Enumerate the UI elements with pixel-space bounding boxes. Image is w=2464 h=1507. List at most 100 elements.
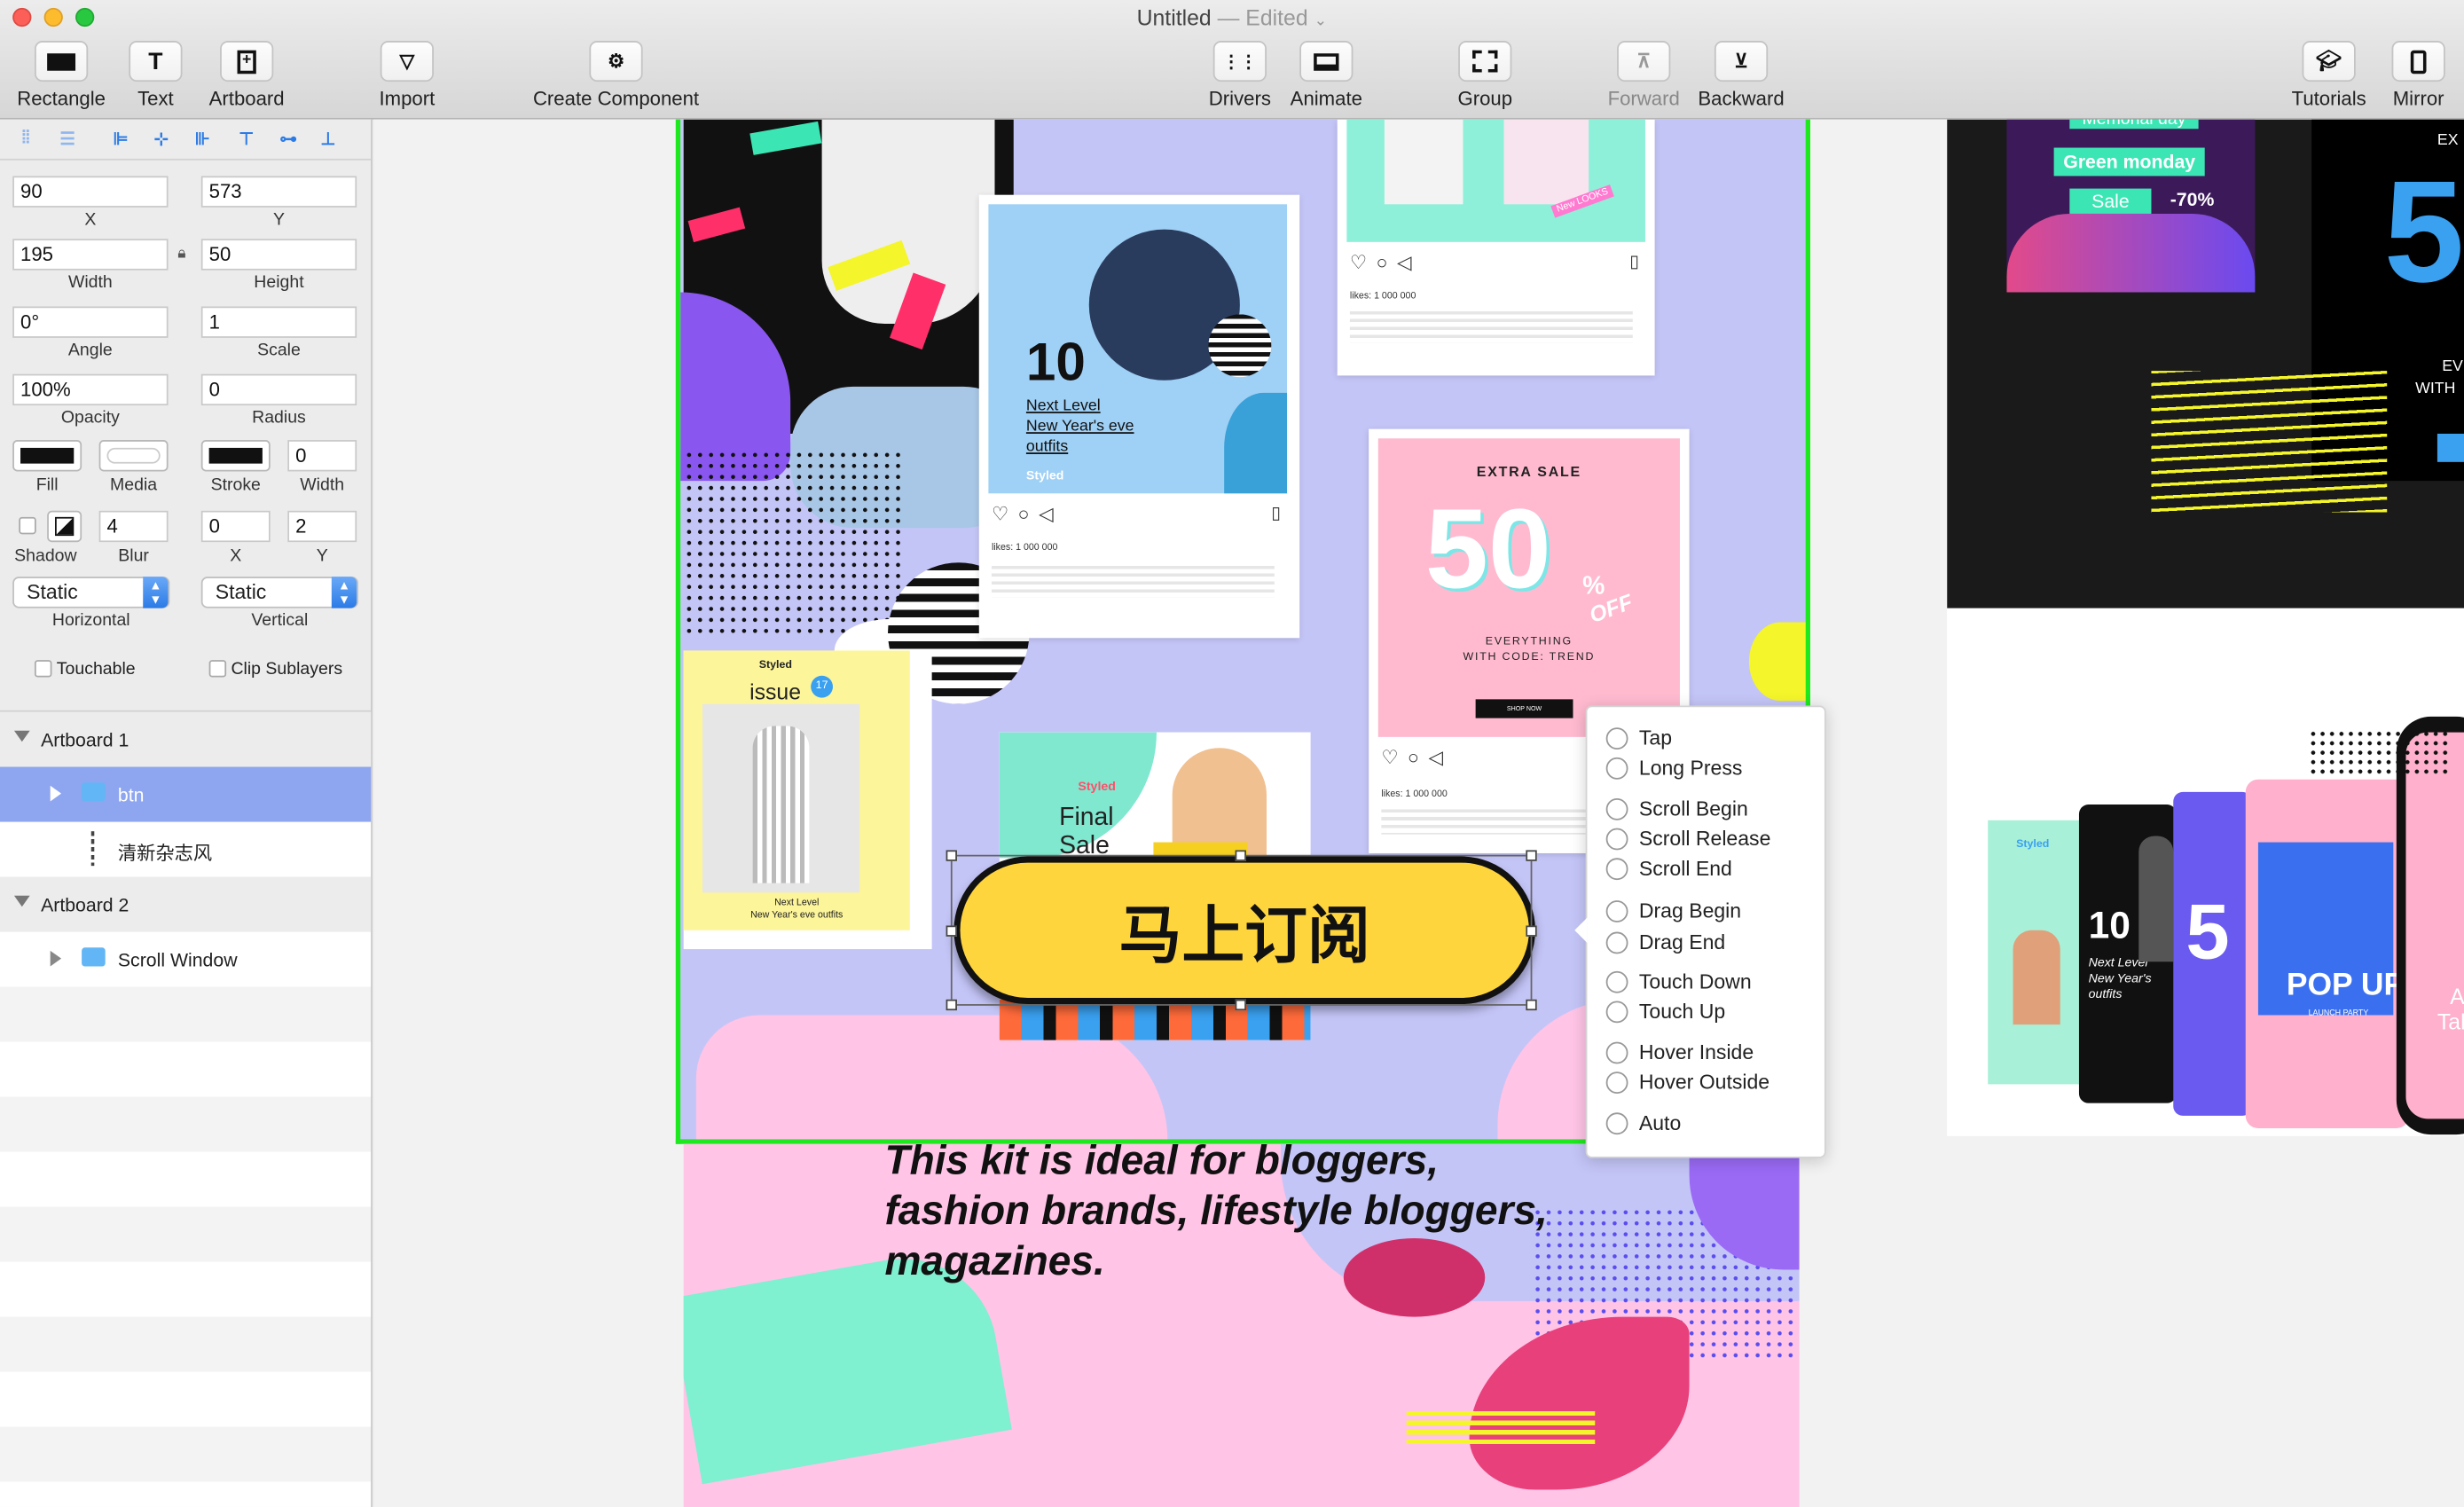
layer-image[interactable]: 清新杂志风 [0, 822, 371, 877]
horizontal-select[interactable]: Static ▲ ▼ [12, 577, 170, 608]
trigger-option-long-press[interactable]: Long Press [1605, 756, 1742, 780]
layer-btn[interactable]: btn [0, 766, 372, 822]
disclosure-triangle-icon[interactable] [50, 950, 62, 967]
backward-label: Backward [1698, 88, 1785, 111]
disclosure-triangle-icon[interactable] [13, 730, 30, 742]
touchable-checkbox[interactable] [34, 660, 52, 678]
resize-handle-bottom-left[interactable] [946, 999, 957, 1011]
sale-post-image: EXTRA SALE 50 % OFF EVERYTHING WITH CODE… [1377, 438, 1680, 737]
trigger-option-auto[interactable]: Auto [1605, 1111, 1681, 1134]
create-component-button[interactable]: ⚙ Create Component [525, 41, 708, 110]
yellow-scribble [2151, 371, 2388, 513]
distribute-vertical-icon[interactable]: ☰ [59, 129, 75, 149]
caption-placeholder [1349, 310, 1633, 343]
radio-icon [1605, 1000, 1628, 1023]
y-field[interactable]: 573 [200, 176, 357, 208]
blur-field[interactable]: 4 [98, 510, 169, 543]
canvas[interactable]: 10 Next Level New Year's eve outfits Sty… [373, 119, 2464, 1507]
trigger-option-hover-outside[interactable]: Hover Outside [1605, 1070, 1770, 1094]
resize-handle-bottom-right[interactable] [1526, 999, 1537, 1011]
import-button[interactable]: ▽ Import [374, 41, 440, 110]
layer-artboard-2[interactable]: Artboard 2 [0, 876, 372, 932]
group-button[interactable]: Group [1452, 41, 1518, 110]
trigger-option-scroll-release[interactable]: Scroll Release [1605, 827, 1770, 850]
resize-handle-top-left[interactable] [946, 850, 957, 861]
trigger-option-scroll-begin[interactable]: Scroll Begin [1605, 797, 1748, 820]
stroke-swatch[interactable] [200, 440, 271, 472]
shadow-checkbox[interactable] [19, 516, 36, 535]
trigger-option-scroll-end[interactable]: Scroll End [1605, 857, 1732, 880]
trigger-option-touch-down[interactable]: Touch Down [1605, 969, 1752, 993]
layer-label: Scroll Window [117, 949, 238, 971]
align-left-icon[interactable]: ⊫ [114, 129, 129, 149]
trigger-option-label: Drag End [1638, 930, 1726, 954]
trigger-popover: Tap Long Press Scroll Begin Scroll Relea… [1574, 705, 1826, 1158]
x-field[interactable]: 90 [12, 176, 169, 208]
vertical-select[interactable]: Static ▲ ▼ [200, 577, 358, 608]
artboard-2[interactable]: Memorial day Green monday Sale -70% EX 5… [1947, 119, 2464, 1136]
phone-screen-text: POP UP [2286, 968, 2405, 1003]
height-label: Height [254, 273, 304, 293]
selection-box [950, 854, 1533, 1006]
rectangle-tool-button[interactable]: Rectangle [12, 41, 110, 110]
layers-list: Artboard 1 btn 清新杂志风 Artboard 2 Scroll W… [0, 710, 372, 1507]
disclosure-triangle-icon[interactable] [13, 895, 30, 907]
forward-button[interactable]: ⊼ Forward [1603, 41, 1684, 110]
trigger-option-drag-begin[interactable]: Drag Begin [1605, 899, 1741, 922]
width-field[interactable]: 195 [12, 239, 169, 271]
lock-icon[interactable]: 🔒︎ [177, 245, 185, 262]
resize-handle-top-right[interactable] [1526, 850, 1537, 861]
distribute-horizontal-icon[interactable]: ⦙⦙ [22, 129, 30, 149]
trigger-option-hover-inside[interactable]: Hover Inside [1605, 1040, 1754, 1064]
shadow-color-swatch[interactable] [47, 510, 82, 543]
opacity-field[interactable]: 100% [12, 373, 169, 406]
model-photo [2138, 836, 2174, 962]
media-swatch[interactable] [98, 440, 169, 472]
resize-handle-bottom[interactable] [1235, 999, 1246, 1011]
bookmark-icon: ▯ [1629, 253, 1639, 272]
radius-field[interactable]: 0 [200, 373, 357, 406]
layer-label: 清新杂志风 [117, 842, 213, 865]
angle-field[interactable]: 0° [12, 306, 169, 338]
align-center-icon[interactable]: ⊹ [154, 129, 169, 149]
animate-button[interactable]: Animate [1289, 41, 1364, 110]
align-bottom-icon[interactable]: ⊥ [320, 129, 335, 149]
resize-handle-left[interactable] [946, 925, 957, 937]
drivers-button[interactable]: ⋮⋮ Drivers [1204, 41, 1275, 110]
model-photo [2013, 930, 2060, 1025]
align-right-icon[interactable]: ⊪ [195, 129, 210, 149]
phone-screen-text: 10 [2088, 905, 2130, 948]
leaf-decoration [1224, 392, 1288, 494]
mirror-button[interactable]: Mirror [2385, 41, 2451, 110]
layer-artboard-1[interactable]: Artboard 1 [0, 711, 372, 767]
phone-screen-text: Styled [2016, 839, 2050, 851]
layer-scroll-window[interactable]: Scroll Window [0, 932, 371, 987]
resize-handle-right[interactable] [1526, 925, 1537, 937]
graduation-cap-icon: 🎓︎ [2302, 41, 2356, 82]
resize-handle-top[interactable] [1235, 850, 1246, 861]
tutorials-button[interactable]: 🎓︎ Tutorials [2285, 41, 2373, 110]
backward-button[interactable]: ⊻ Backward [1694, 41, 1788, 110]
post-actions-icons: ♡○◁ [991, 502, 1063, 525]
text-tool-button[interactable]: T Text [129, 41, 183, 110]
dot-pattern [683, 449, 904, 639]
phone-device: A Tal [2396, 716, 2464, 1135]
phone-screen: A Tal [2405, 732, 2464, 1119]
align-middle-icon[interactable]: ⊶ [279, 129, 296, 149]
shadow-x-field[interactable]: 0 [200, 510, 271, 543]
disclosure-triangle-icon[interactable] [50, 785, 62, 802]
trigger-option-touch-up[interactable]: Touch Up [1605, 1000, 1725, 1023]
clip-sublayers-checkbox[interactable] [208, 660, 227, 678]
trigger-option-label: Hover Inside [1638, 1040, 1754, 1064]
final-brand: Styled [1078, 779, 1116, 794]
trigger-option-tap[interactable]: Tap [1605, 726, 1672, 750]
artboard-tool-button[interactable]: + Artboard [201, 41, 293, 110]
shadow-y-field[interactable]: 2 [287, 510, 357, 543]
height-field[interactable]: 50 [200, 239, 357, 271]
align-top-icon[interactable]: ⊤ [239, 129, 254, 149]
fill-swatch[interactable] [12, 440, 82, 472]
stroke-width-field[interactable]: 0 [287, 440, 357, 472]
scale-field[interactable]: 1 [200, 306, 357, 338]
trigger-option-drag-end[interactable]: Drag End [1605, 930, 1726, 954]
chevron-down-icon[interactable]: ⌄ [1314, 12, 1328, 29]
